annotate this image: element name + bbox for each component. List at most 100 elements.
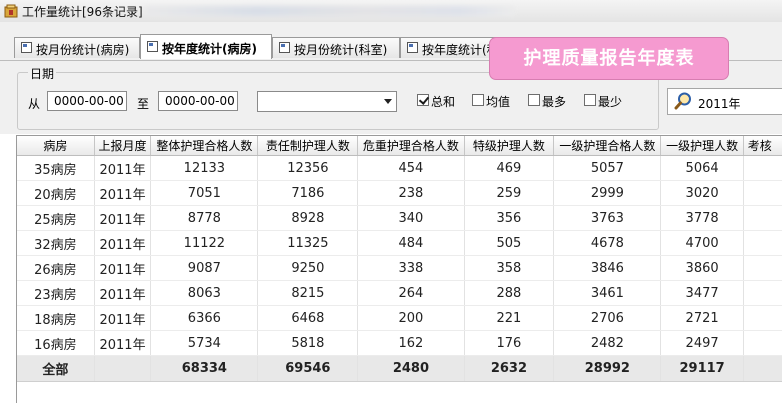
table-cell[interactable]: 5057 — [553, 155, 662, 181]
column-header[interactable]: 上报月度 — [94, 136, 152, 156]
table-cell[interactable]: 25病房 — [17, 205, 95, 231]
table-cell[interactable]: 29117 — [660, 355, 744, 382]
year-search-box[interactable]: 2011年 — [667, 88, 782, 115]
table-cell[interactable]: 26病房 — [17, 255, 95, 281]
table-cell[interactable]: 2011年 — [94, 180, 152, 206]
table-cell[interactable] — [743, 330, 782, 356]
from-date-input[interactable]: 0000-00-00 — [47, 91, 127, 111]
table-row[interactable]: 32病房 2011年 11122 11325 484 505 4678 4700 — [17, 230, 782, 256]
table-cell[interactable]: 2011年 — [94, 255, 152, 281]
tab-yearly-ward[interactable]: 按年度统计(病房) — [140, 34, 272, 59]
table-cell[interactable]: 8215 — [257, 280, 359, 306]
checkbox-box[interactable] — [472, 94, 484, 106]
table-cell[interactable]: 356 — [464, 205, 555, 231]
table-cell[interactable]: 4700 — [660, 230, 744, 256]
table-cell[interactable]: 5818 — [257, 330, 359, 356]
table-cell[interactable]: 3846 — [553, 255, 662, 281]
table-cell[interactable]: 2497 — [660, 330, 744, 356]
column-header[interactable]: 特级护理人数 — [464, 136, 555, 156]
table-cell[interactable]: 484 — [357, 230, 465, 256]
checkbox-box[interactable] — [417, 94, 430, 106]
table-cell[interactable] — [743, 230, 782, 256]
table-cell[interactable]: 23病房 — [17, 280, 95, 306]
table-cell[interactable]: 2011年 — [94, 155, 152, 181]
table-cell[interactable]: 11122 — [150, 230, 259, 256]
column-header[interactable]: 危重护理合格人数 — [357, 136, 465, 156]
table-cell[interactable]: 6468 — [257, 305, 359, 331]
table-cell[interactable]: 8063 — [150, 280, 259, 306]
table-cell[interactable]: 2999 — [553, 180, 662, 206]
table-cell[interactable]: 8778 — [150, 205, 259, 231]
table-cell[interactable]: 28992 — [553, 355, 662, 382]
table-cell[interactable]: 338 — [357, 255, 465, 281]
table-cell[interactable]: 8928 — [257, 205, 359, 231]
table-cell[interactable]: 2706 — [553, 305, 662, 331]
table-cell[interactable]: 2721 — [660, 305, 744, 331]
table-cell[interactable]: 11325 — [257, 230, 359, 256]
table-cell[interactable]: 2011年 — [94, 330, 152, 356]
table-row[interactable]: 18病房 2011年 6366 6468 200 221 2706 2721 — [17, 305, 782, 331]
column-header[interactable]: 一级护理人数 — [660, 136, 744, 156]
table-cell[interactable]: 69546 — [257, 355, 359, 382]
table-cell[interactable]: 238 — [357, 180, 465, 206]
column-header[interactable]: 考核 — [743, 136, 782, 156]
table-cell[interactable]: 2632 — [464, 355, 555, 382]
table-cell[interactable]: 264 — [357, 280, 465, 306]
table-row[interactable]: 23病房 2011年 8063 8215 264 288 3461 3477 — [17, 280, 782, 306]
table-cell[interactable] — [94, 355, 152, 382]
table-cell[interactable]: 505 — [464, 230, 555, 256]
table-cell[interactable]: 9250 — [257, 255, 359, 281]
table-cell[interactable]: 2011年 — [94, 230, 152, 256]
table-cell[interactable]: 3477 — [660, 280, 744, 306]
table-cell[interactable]: 176 — [464, 330, 555, 356]
table-cell[interactable] — [743, 155, 782, 181]
checkbox-box[interactable] — [528, 94, 540, 106]
table-cell[interactable]: 2480 — [357, 355, 465, 382]
table-cell[interactable]: 2011年 — [94, 305, 152, 331]
table-cell[interactable]: 259 — [464, 180, 555, 206]
table-cell[interactable]: 18病房 — [17, 305, 95, 331]
tab-monthly-dept[interactable]: 按月份统计(科室) — [272, 37, 400, 58]
table-cell[interactable]: 3461 — [553, 280, 662, 306]
table-cell[interactable] — [743, 355, 782, 382]
table-cell[interactable]: 2482 — [553, 330, 662, 356]
table-cell[interactable]: 454 — [357, 155, 465, 181]
table-row[interactable]: 26病房 2011年 9087 9250 338 358 3846 3860 — [17, 255, 782, 281]
to-date-input[interactable]: 0000-00-00 — [158, 91, 238, 111]
table-cell[interactable] — [743, 280, 782, 306]
table-cell[interactable]: 2011年 — [94, 205, 152, 231]
table-cell[interactable]: 3860 — [660, 255, 744, 281]
table-row[interactable]: 20病房 2011年 7051 7186 238 259 2999 3020 — [17, 180, 782, 206]
table-cell[interactable]: 68334 — [150, 355, 259, 382]
table-cell[interactable]: 200 — [357, 305, 465, 331]
table-cell[interactable]: 221 — [464, 305, 555, 331]
table-cell[interactable] — [743, 305, 782, 331]
table-row[interactable]: 25病房 2011年 8778 8928 340 356 3763 3778 — [17, 205, 782, 231]
table-cell[interactable]: 3763 — [553, 205, 662, 231]
table-cell[interactable]: 358 — [464, 255, 555, 281]
checkbox-box[interactable] — [584, 94, 596, 106]
table-cell[interactable]: 288 — [464, 280, 555, 306]
table-cell[interactable]: 5734 — [150, 330, 259, 356]
column-header[interactable]: 一级护理合格人数 — [553, 136, 662, 156]
table-cell[interactable]: 全部 — [17, 355, 95, 382]
table-cell[interactable]: 2011年 — [94, 280, 152, 306]
table-row[interactable]: 16病房 2011年 5734 5818 162 176 2482 2497 — [17, 330, 782, 356]
table-cell[interactable] — [743, 255, 782, 281]
table-cell[interactable]: 35病房 — [17, 155, 95, 181]
table-cell[interactable]: 162 — [357, 330, 465, 356]
table-cell[interactable]: 7186 — [257, 180, 359, 206]
table-cell[interactable] — [743, 205, 782, 231]
table-cell[interactable]: 340 — [357, 205, 465, 231]
table-cell[interactable]: 5064 — [660, 155, 744, 181]
table-cell[interactable]: 12133 — [150, 155, 259, 181]
column-header[interactable]: 责任制护理人数 — [257, 136, 359, 156]
table-cell[interactable] — [743, 180, 782, 206]
table-cell[interactable]: 3020 — [660, 180, 744, 206]
chevron-down-icon[interactable] — [384, 99, 392, 104]
column-header[interactable]: 整体护理合格人数 — [150, 136, 259, 156]
table-cell[interactable]: 6366 — [150, 305, 259, 331]
table-cell[interactable]: 9087 — [150, 255, 259, 281]
ward-select[interactable] — [257, 91, 397, 112]
table-total-row[interactable]: 全部 68334 69546 2480 2632 28992 29117 — [17, 355, 782, 382]
